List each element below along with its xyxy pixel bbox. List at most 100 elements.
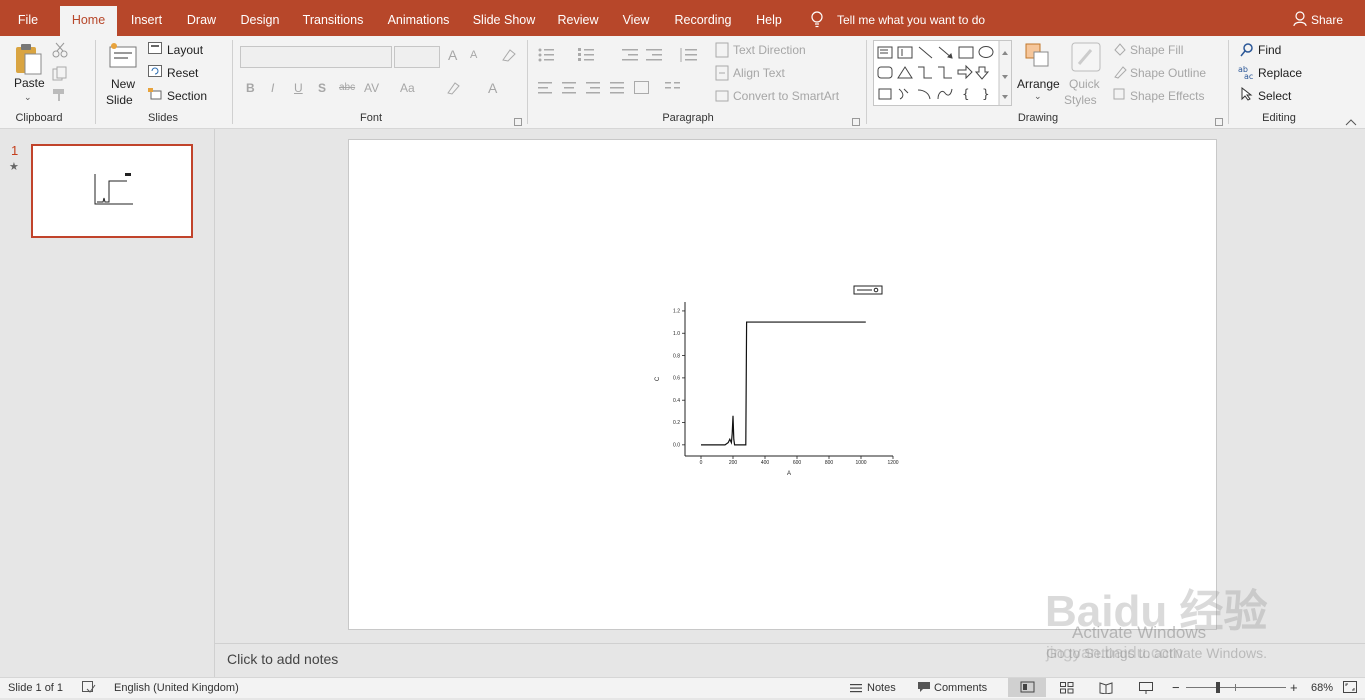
cut-icon[interactable] (52, 42, 68, 61)
section-button[interactable]: Section (167, 89, 207, 103)
slide-show-icon[interactable] (1139, 682, 1153, 697)
tab-home[interactable]: Home (60, 6, 117, 40)
format-painter-icon[interactable] (52, 88, 68, 105)
quick-styles-label-1[interactable]: Quick (1069, 77, 1100, 91)
find-button[interactable]: Find (1258, 43, 1281, 57)
distributed-icon[interactable] (634, 81, 650, 98)
align-left-icon[interactable] (538, 82, 554, 97)
tab-help[interactable]: Help (748, 0, 790, 36)
quick-styles-label-2[interactable]: Styles (1064, 93, 1097, 107)
convert-smartart-button[interactable]: Convert to SmartArt (733, 89, 839, 103)
tell-me-search[interactable]: Tell me what you want to do (837, 0, 985, 36)
line-spacing-icon[interactable] (678, 48, 700, 65)
tab-animations[interactable]: Animations (380, 0, 457, 36)
italic-button[interactable]: I (271, 81, 274, 95)
dialog-launcher-icon[interactable] (852, 115, 860, 129)
text-direction-icon[interactable] (715, 42, 729, 61)
select-button[interactable]: Select (1258, 89, 1291, 103)
dialog-launcher-icon[interactable] (1215, 115, 1223, 129)
section-icon[interactable] (148, 88, 162, 103)
paste-chevron-icon[interactable]: ⌄ (24, 92, 32, 103)
reset-icon[interactable] (148, 65, 162, 80)
slide-canvas[interactable]: 0 200 400 600 800 1000 1200 0.0 0.2 0.4 0.6 0.8 1.0 1… (348, 139, 1217, 630)
comments-button[interactable]: Comments (934, 682, 987, 694)
fit-to-window-icon[interactable] (1343, 681, 1357, 696)
underline-button[interactable]: U (294, 81, 303, 95)
find-icon[interactable] (1240, 43, 1254, 60)
arrange-icon[interactable] (1024, 42, 1052, 73)
dialog-launcher-icon[interactable] (514, 115, 522, 129)
increase-indent-icon[interactable] (646, 48, 662, 65)
clear-formatting-icon[interactable] (500, 48, 516, 65)
notes-icon[interactable] (850, 682, 862, 696)
tab-recording[interactable]: Recording (668, 0, 738, 36)
numbering-icon[interactable] (578, 48, 608, 65)
shape-effects-icon[interactable] (1113, 88, 1127, 105)
normal-view-button[interactable] (1008, 678, 1046, 697)
paste-label[interactable]: Paste (14, 76, 45, 90)
shape-fill-button[interactable]: Shape Fill (1130, 43, 1183, 57)
shrink-font-button[interactable]: A (470, 49, 477, 61)
tab-slide-show[interactable]: Slide Show (468, 0, 540, 36)
justify-icon[interactable] (610, 82, 626, 97)
font-size-combo[interactable] (394, 46, 440, 68)
bold-button[interactable]: B (246, 81, 255, 95)
arrange-chevron-icon[interactable]: ⌄ (1034, 91, 1042, 102)
tab-transitions[interactable]: Transitions (297, 0, 369, 36)
quick-styles-icon[interactable] (1071, 42, 1101, 75)
zoom-slider[interactable] (1186, 687, 1286, 688)
cursor-arrow-icon[interactable] (1241, 86, 1253, 104)
replace-icon[interactable]: ab ac (1238, 64, 1256, 83)
align-text-button[interactable]: Align Text (733, 66, 785, 80)
decrease-indent-icon[interactable] (622, 48, 638, 65)
align-center-icon[interactable] (562, 82, 578, 97)
collapse-ribbon-icon[interactable] (1345, 115, 1357, 129)
notes-toggle-button[interactable]: Notes (867, 682, 896, 694)
accessibility-icon[interactable] (82, 681, 96, 696)
reading-view-icon[interactable] (1099, 682, 1113, 697)
new-slide-label-2[interactable]: Slide (106, 93, 133, 107)
bullets-icon[interactable] (538, 48, 568, 65)
comment-icon[interactable] (917, 681, 931, 696)
slide-sorter-icon[interactable] (1060, 682, 1074, 697)
smartart-icon[interactable] (715, 88, 729, 107)
zoom-slider-thumb[interactable] (1216, 682, 1220, 693)
layout-icon[interactable] (148, 42, 162, 57)
align-right-icon[interactable] (586, 82, 602, 97)
font-name-combo[interactable] (240, 46, 392, 68)
tab-draw[interactable]: Draw (180, 0, 223, 36)
tab-review[interactable]: Review (550, 0, 606, 36)
zoom-out-button[interactable]: − (1172, 680, 1180, 695)
notes-placeholder[interactable]: Click to add notes (227, 651, 338, 667)
character-spacing-button[interactable]: AV (364, 81, 379, 95)
shape-outline-button[interactable]: Shape Outline (1130, 66, 1206, 80)
layout-button[interactable]: Layout (167, 43, 203, 57)
tab-view[interactable]: View (616, 0, 656, 36)
highlight-icon[interactable] (446, 81, 464, 98)
strikethrough-button[interactable]: abc (339, 82, 355, 93)
align-text-icon[interactable] (715, 65, 729, 84)
copy-icon[interactable] (52, 66, 68, 85)
shape-outline-icon[interactable] (1113, 65, 1127, 82)
font-color-button[interactable]: A (488, 80, 497, 96)
arrange-button[interactable]: Arrange (1017, 77, 1060, 91)
tab-file[interactable]: File (8, 0, 48, 36)
new-slide-icon[interactable] (108, 42, 138, 73)
slide-thumbnail[interactable] (31, 144, 193, 238)
shapes-gallery[interactable]: { } (873, 40, 1012, 106)
paste-icon[interactable] (14, 42, 44, 79)
grow-font-button[interactable]: A (448, 47, 457, 63)
zoom-in-button[interactable]: + (1290, 680, 1298, 695)
shape-fill-icon[interactable] (1113, 42, 1127, 59)
share-button[interactable]: Share (1311, 0, 1343, 36)
columns-icon[interactable] (665, 82, 681, 97)
reset-button[interactable]: Reset (167, 66, 198, 80)
replace-button[interactable]: Replace (1258, 66, 1302, 80)
tab-insert[interactable]: Insert (124, 0, 169, 36)
change-case-button[interactable]: Aa (400, 81, 415, 95)
chart[interactable]: 0 200 400 600 800 1000 1200 0.0 0.2 0.4 0.6 0.8 1.0 1… (349, 140, 1216, 629)
shadow-button[interactable]: S (318, 81, 326, 95)
zoom-level[interactable]: 68% (1311, 682, 1333, 694)
new-slide-label-1[interactable]: New (111, 77, 135, 91)
text-direction-button[interactable]: Text Direction (733, 43, 806, 57)
